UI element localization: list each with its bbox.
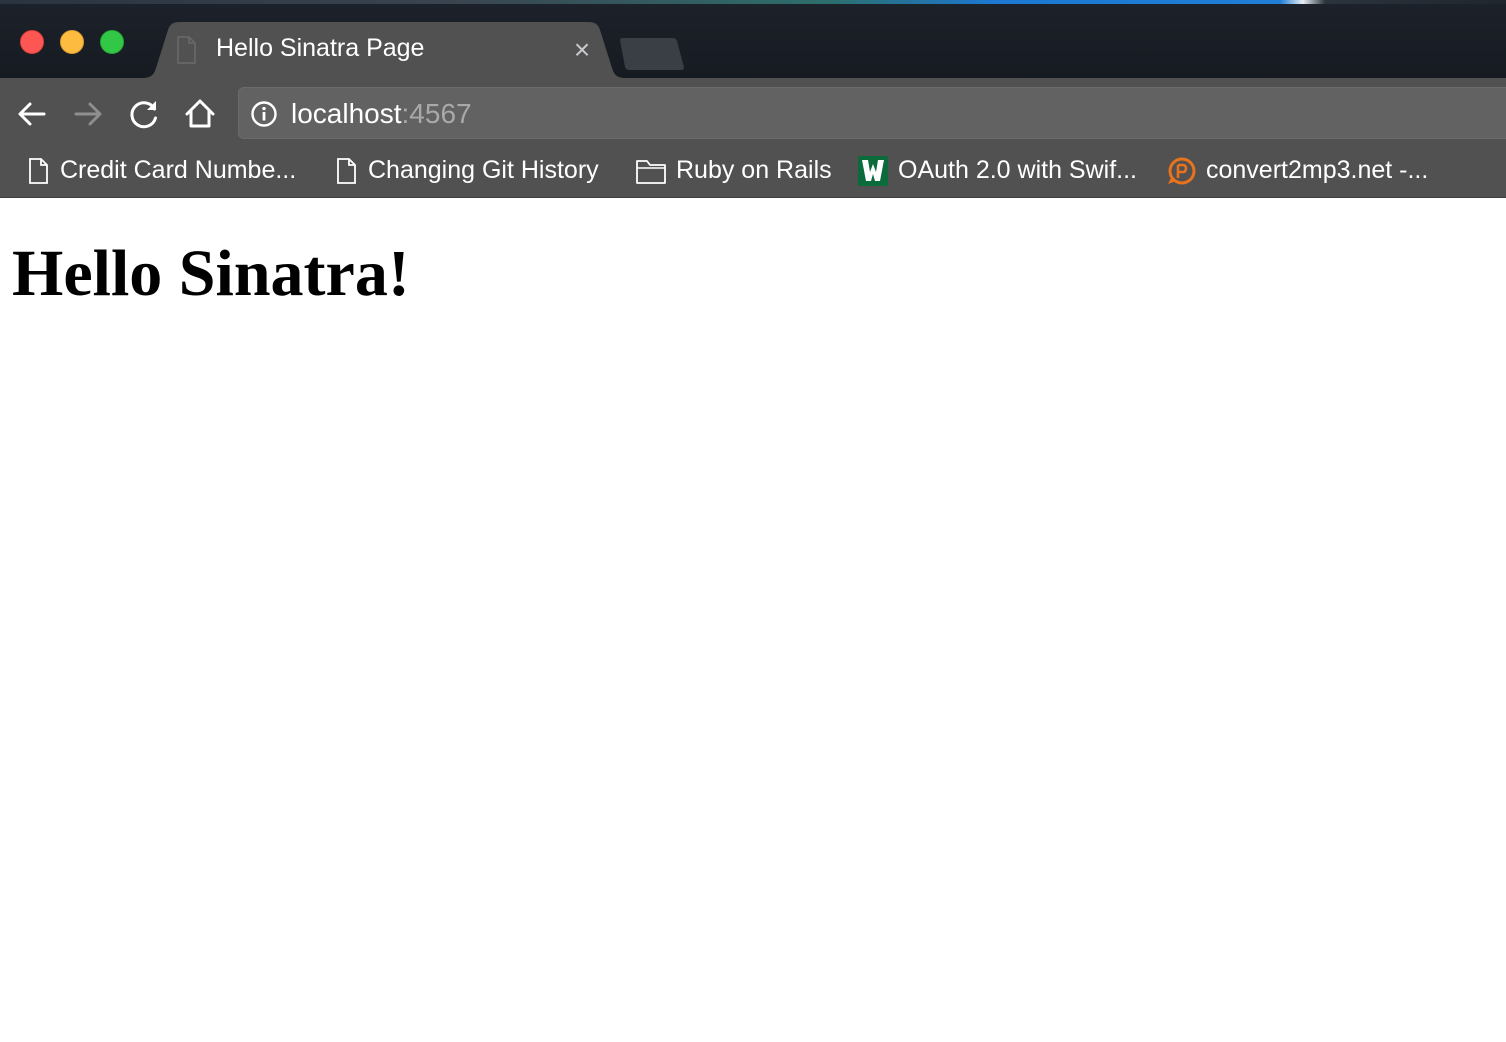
arrow-right-icon <box>74 102 102 126</box>
bookmark-label: OAuth 2.0 with Swif... <box>898 156 1137 184</box>
desktop-background-strip <box>0 0 1506 4</box>
arrow-left-icon <box>18 102 46 126</box>
tab-close-icon[interactable]: × <box>568 36 596 64</box>
page-heading: Hello Sinatra! <box>12 237 410 310</box>
orange-site-icon <box>1168 157 1196 185</box>
window-minimize-button[interactable] <box>60 30 84 54</box>
window-close-button[interactable] <box>20 30 44 54</box>
url-port: :4567 <box>401 98 472 129</box>
new-tab-button[interactable] <box>618 38 686 70</box>
document-icon <box>29 158 48 184</box>
bookmarks-bar: Credit Card Numbe... Changing Git Histor… <box>0 152 1506 198</box>
bookmark-label: Ruby on Rails <box>676 156 832 184</box>
green-site-icon <box>858 156 888 186</box>
home-button[interactable] <box>182 96 218 132</box>
url-text[interactable]: localhost:4567 <box>291 98 472 130</box>
reload-button[interactable] <box>126 96 162 132</box>
bookmark-folder-ruby-on-rails[interactable]: Ruby on Rails <box>636 152 836 192</box>
page-viewport: Hello Sinatra! <box>0 198 1506 1042</box>
window-zoom-button[interactable] <box>100 30 124 54</box>
back-button[interactable] <box>14 96 50 132</box>
browser-toolbar: localhost:4567 <box>0 78 1506 152</box>
address-bar[interactable]: localhost:4567 <box>238 87 1506 139</box>
url-host: localhost <box>291 98 402 129</box>
bookmark-changing-git-history[interactable]: Changing Git History <box>334 152 614 192</box>
bookmark-label: Credit Card Numbe... <box>60 156 297 184</box>
bookmark-oauth-swift[interactable]: OAuth 2.0 with Swif... <box>858 152 1154 192</box>
document-icon <box>337 158 356 184</box>
reload-icon <box>130 101 157 129</box>
blank-document-icon <box>177 36 196 64</box>
bookmark-label: Changing Git History <box>368 156 599 184</box>
bookmark-label: convert2mp3.net -... <box>1206 156 1429 184</box>
tab-hello-sinatra[interactable]: Hello Sinatra Page × <box>142 22 626 78</box>
bookmark-convert2mp3[interactable]: convert2mp3.net -... <box>1166 152 1456 192</box>
info-icon[interactable] <box>251 101 277 127</box>
forward-button[interactable] <box>70 96 106 132</box>
browser-titlebar: Hello Sinatra Page × <box>0 0 1506 78</box>
bookmark-credit-card[interactable]: Credit Card Numbe... <box>26 152 306 192</box>
folder-icon <box>636 160 666 184</box>
home-icon <box>185 99 215 128</box>
tab-title: Hello Sinatra Page <box>216 34 425 62</box>
